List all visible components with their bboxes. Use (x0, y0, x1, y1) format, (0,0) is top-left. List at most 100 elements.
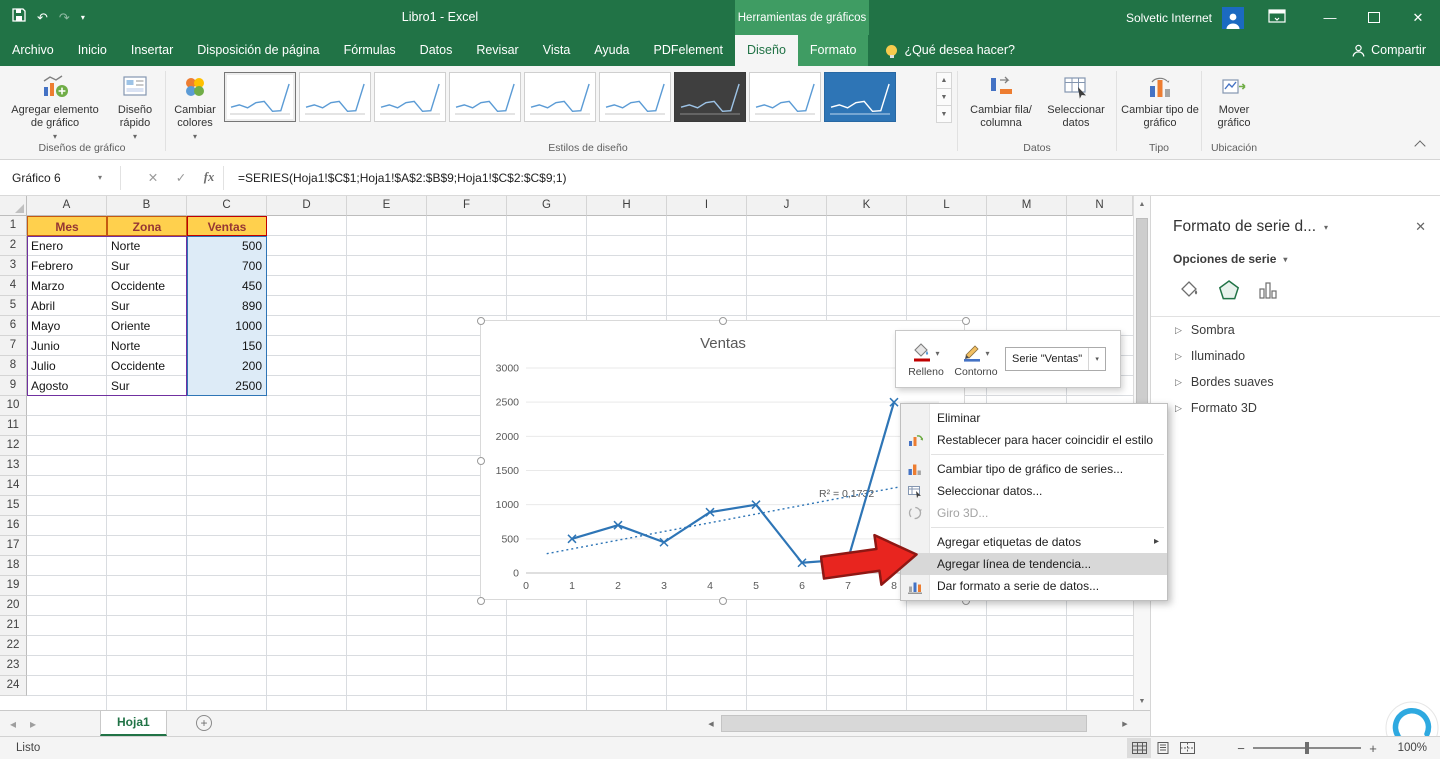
menu-item-restablecer-para-hacer-coincidir-el-estilo[interactable]: Restablecer para hacer coincidir el esti… (901, 429, 1167, 451)
row-header-5[interactable]: 5 (0, 296, 27, 316)
menu-item-seleccionar-datos[interactable]: Seleccionar datos... (901, 480, 1167, 502)
cell-ventas-5[interactable]: 890 (187, 296, 267, 316)
minimize-button[interactable]: — (1308, 0, 1352, 35)
ribbon-tab-inicio[interactable]: Inicio (66, 35, 119, 66)
zoom-level[interactable]: 100% (1381, 737, 1440, 759)
enter-icon[interactable]: ✓ (167, 170, 195, 185)
switch-row-column-button[interactable]: Cambiar fila/ columna (963, 69, 1039, 130)
cancel-icon[interactable]: ✕ (139, 170, 167, 185)
column-header-c[interactable]: C (187, 196, 267, 216)
quick-layout-button[interactable]: Diseño rápido ▾ (108, 69, 162, 143)
page-layout-view-icon[interactable] (1151, 738, 1175, 758)
column-header-e[interactable]: E (347, 196, 427, 216)
chart-style-thumb-6[interactable] (599, 72, 671, 122)
avatar[interactable] (1222, 6, 1244, 29)
cell-zona-9[interactable]: Sur (107, 376, 187, 396)
zoom-slider[interactable] (1253, 742, 1361, 754)
chart-style-thumb-2[interactable] (299, 72, 371, 122)
row-header-19[interactable]: 19 (0, 576, 27, 596)
zoom-slider-thumb[interactable] (1305, 742, 1309, 754)
column-header-g[interactable]: G (507, 196, 587, 216)
close-button[interactable]: ✕ (1396, 0, 1440, 35)
page-break-view-icon[interactable] (1175, 738, 1199, 758)
chart-style-thumb-1[interactable] (224, 72, 296, 122)
cell-mes-3[interactable]: Febrero (27, 256, 107, 276)
chart-element-selector[interactable]: Serie "Ventas" ▾ (1005, 347, 1107, 371)
column-header-i[interactable]: I (667, 196, 747, 216)
cell-ventas-6[interactable]: 1000 (187, 316, 267, 336)
row-header-4[interactable]: 4 (0, 276, 27, 296)
cell-mes-5[interactable]: Abril (27, 296, 107, 316)
cell-mes-7[interactable]: Junio (27, 336, 107, 356)
save-icon[interactable] (12, 0, 26, 35)
row-header-14[interactable]: 14 (0, 476, 27, 496)
customize-qat-icon[interactable]: ▾ (81, 0, 85, 35)
row-header-3[interactable]: 3 (0, 256, 27, 276)
ribbon-display-options-icon[interactable] (1268, 9, 1286, 26)
cell-ventas-8[interactable]: 200 (187, 356, 267, 376)
scroll-right-icon[interactable]: ▶ (1117, 714, 1133, 733)
ribbon-tab-insertar[interactable]: Insertar (119, 35, 185, 66)
ribbon-tab-disposicion-de-pagina[interactable]: Disposición de página (185, 35, 331, 66)
horizontal-scrollbar[interactable]: ◀ ▶ (703, 714, 1133, 733)
formula-input[interactable]: =SERIES(Hoja1!$C$1;Hoja1!$A$2:$B$9;Hoja1… (238, 171, 567, 185)
cell-ventas-3[interactable]: 700 (187, 256, 267, 276)
share-button[interactable]: Compartir (1352, 35, 1426, 66)
menu-item-agregar-linea-de-tendencia[interactable]: Agregar línea de tendencia... (901, 553, 1167, 575)
column-header-l[interactable]: L (907, 196, 987, 216)
chart-style-thumb-4[interactable] (449, 72, 521, 122)
new-sheet-icon[interactable]: + (196, 715, 212, 731)
chart-style-thumb-3[interactable] (374, 72, 446, 122)
row-header-15[interactable]: 15 (0, 496, 27, 516)
cell-ventas-9[interactable]: 2500 (187, 376, 267, 396)
add-chart-element-button[interactable]: Agregar elemento de gráfico ▾ (4, 69, 106, 143)
gallery-down-icon[interactable]: ▼ (936, 89, 952, 106)
pane-section-formato-3d[interactable]: ▷ Formato 3D (1151, 395, 1440, 421)
tell-me-box[interactable]: ¿Qué desea hacer? (886, 35, 1015, 66)
gallery-up-icon[interactable]: ▲ (936, 72, 952, 89)
cell-zona-2[interactable]: Norte (107, 236, 187, 256)
move-chart-button[interactable]: Mover gráfico (1205, 69, 1263, 130)
change-chart-type-button[interactable]: Cambiar tipo de gráfico (1121, 69, 1199, 130)
cell-mes-9[interactable]: Agosto (27, 376, 107, 396)
cell-ventas-2[interactable]: 500 (187, 236, 267, 256)
ribbon-tab-datos[interactable]: Datos (408, 35, 465, 66)
account-name[interactable]: Solvetic Internet (1126, 11, 1212, 25)
select-data-button[interactable]: Seleccionar datos (1041, 69, 1111, 130)
menu-item-cambiar-tipo-de-grafico-de-series[interactable]: Cambiar tipo de gráfico de series... (901, 458, 1167, 480)
normal-view-icon[interactable] (1127, 738, 1151, 758)
table-header-mes[interactable]: Mes (27, 216, 107, 236)
row-header-7[interactable]: 7 (0, 336, 27, 356)
cell-zona-5[interactable]: Sur (107, 296, 187, 316)
row-header-22[interactable]: 22 (0, 636, 27, 656)
scroll-up-icon[interactable]: ▲ (1134, 196, 1150, 213)
undo-icon[interactable]: ↶ (37, 0, 48, 35)
zoom-in-icon[interactable]: + (1365, 741, 1381, 756)
horizontal-scroll-thumb[interactable] (721, 715, 1087, 732)
select-all-corner[interactable] (0, 196, 27, 216)
cell-mes-6[interactable]: Mayo (27, 316, 107, 336)
column-header-a[interactable]: A (27, 196, 107, 216)
sheet-tab-hoja1[interactable]: Hoja1 (100, 711, 167, 736)
ribbon-tab-archivo[interactable]: Archivo (0, 35, 66, 66)
row-header-23[interactable]: 23 (0, 656, 27, 676)
ribbon-tab-formato[interactable]: Formato (797, 35, 869, 66)
cell-zona-6[interactable]: Oriente (107, 316, 187, 336)
row-header-16[interactable]: 16 (0, 516, 27, 536)
column-header-j[interactable]: J (747, 196, 827, 216)
row-header-24[interactable]: 24 (0, 676, 27, 696)
redo-icon[interactable]: ↷ (59, 0, 70, 35)
cell-zona-4[interactable]: Occidente (107, 276, 187, 296)
row-header-21[interactable]: 21 (0, 616, 27, 636)
row-header-2[interactable]: 2 (0, 236, 27, 256)
pane-section-iluminado[interactable]: ▷ Iluminado (1151, 343, 1440, 369)
chart-style-thumb-5[interactable] (524, 72, 596, 122)
ribbon-tab-revisar[interactable]: Revisar (464, 35, 530, 66)
ribbon-tab-ayuda[interactable]: Ayuda (582, 35, 641, 66)
row-header-12[interactable]: 12 (0, 436, 27, 456)
row-header-20[interactable]: 20 (0, 596, 27, 616)
fill-button[interactable]: ▾ Relleno (901, 340, 951, 378)
chart-style-thumb-7[interactable] (674, 72, 746, 122)
cell-mes-8[interactable]: Julio (27, 356, 107, 376)
ribbon-tab-vista[interactable]: Vista (531, 35, 583, 66)
